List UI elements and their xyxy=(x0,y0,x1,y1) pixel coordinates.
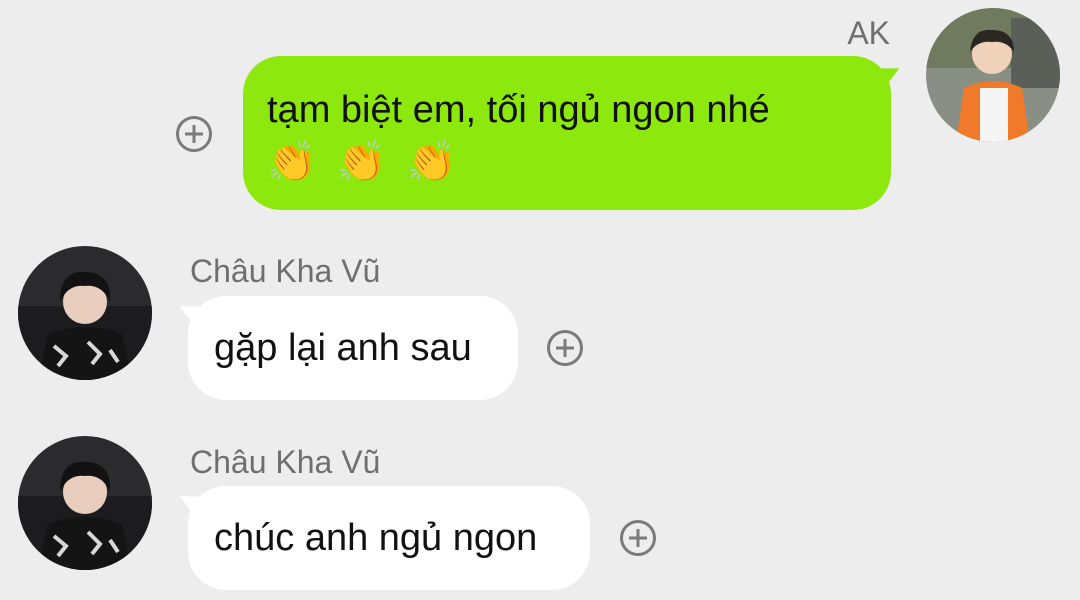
outgoing-message-bubble[interactable]: tạm biệt em, tối ngủ ngon nhé 👏 👏 👏 xyxy=(243,56,891,210)
message-text: chúc anh ngủ ngon xyxy=(214,517,538,559)
user-avatar-dark-shirt-icon xyxy=(18,246,152,380)
avatar[interactable] xyxy=(18,436,152,570)
clapping-hands-emoji: 👏 xyxy=(336,139,387,185)
user-avatar-orange-jacket-icon xyxy=(926,8,1060,142)
sender-name: Châu Kha Vũ xyxy=(190,444,381,480)
clapping-hands-emoji: 👏 xyxy=(267,139,317,185)
incoming-message-bubble[interactable]: chúc anh ngủ ngon xyxy=(188,486,590,590)
message-text: tạm biệt em, tối ngủ ngon nhé xyxy=(267,89,770,131)
sender-name: Châu Kha Vũ xyxy=(190,253,381,289)
add-reaction-icon[interactable] xyxy=(176,116,212,152)
clapping-hands-emoji: 👏 xyxy=(406,139,457,185)
incoming-message-bubble[interactable]: gặp lại anh sau xyxy=(188,296,518,400)
avatar[interactable] xyxy=(926,8,1060,142)
user-avatar-dark-shirt-icon xyxy=(18,436,152,570)
add-reaction-icon[interactable] xyxy=(547,330,583,366)
add-reaction-icon[interactable] xyxy=(620,520,656,556)
sender-name: AK xyxy=(847,15,890,51)
avatar[interactable] xyxy=(18,246,152,380)
message-text: gặp lại anh sau xyxy=(214,327,472,369)
emoji-row: 👏 👏 👏 xyxy=(267,138,867,186)
chat-thread: AK tạm biệt em, tối ngủ ngon nhé 👏 👏 👏 C… xyxy=(0,0,1080,600)
